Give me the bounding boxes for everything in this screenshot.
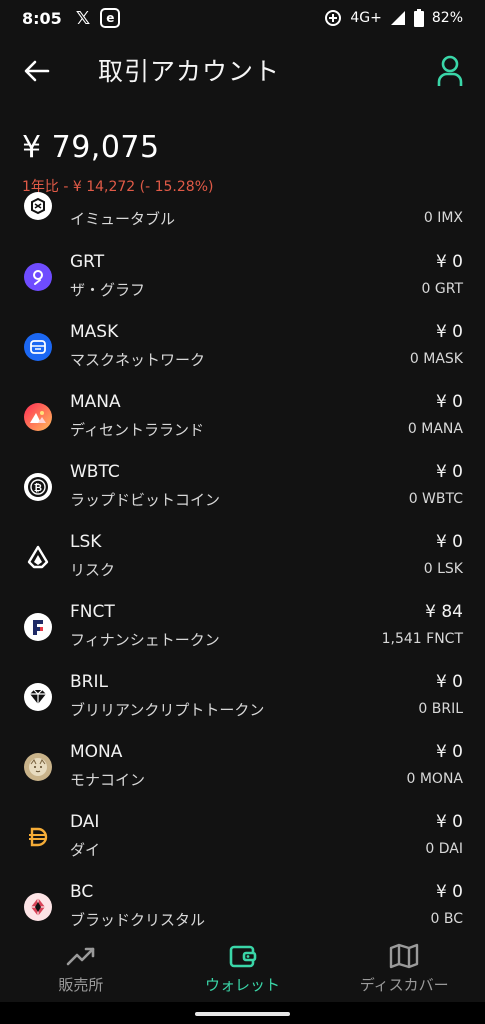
coin-amount: 0 BC xyxy=(430,911,464,927)
status-time: 8:05 xyxy=(22,8,62,28)
coin-amount: 0 BRIL xyxy=(418,701,463,717)
map-icon xyxy=(389,943,419,969)
coin-value: ¥ 0 xyxy=(435,532,463,552)
battery-percent: 82% xyxy=(431,10,463,26)
svg-text:₿: ₿ xyxy=(34,482,42,494)
signal-icon xyxy=(390,11,405,25)
coin-row-mask[interactable]: MASK マスクネットワーク ¥ 0 0 MASK xyxy=(0,314,485,384)
mona-icon xyxy=(24,753,52,781)
nav-wallet[interactable]: ウォレット xyxy=(162,934,324,1002)
coin-row-lsk[interactable]: LSK リスク ¥ 0 0 LSK xyxy=(0,524,485,594)
coin-amount: 0 DAI xyxy=(425,841,463,857)
coin-row-mona[interactable]: MONA モナコイン ¥ 0 0 MONA xyxy=(0,734,485,804)
grt-icon xyxy=(24,263,52,291)
wbtc-icon: ₿ xyxy=(24,473,52,501)
arrow-left-icon xyxy=(24,60,50,82)
coin-symbol: LSK xyxy=(70,532,102,552)
coin-row-bril[interactable]: BRIL ブリリアンクリプトトークン ¥ 0 0 BRIL xyxy=(0,664,485,734)
data-saver-icon xyxy=(325,10,342,26)
e-app-icon: e xyxy=(100,8,121,28)
coin-row-fnct[interactable]: FNCT フィナンシェトークン ¥ 84 1,541 FNCT xyxy=(0,594,485,664)
coin-name: モナコイン xyxy=(70,771,146,789)
bril-icon xyxy=(24,683,52,711)
coin-symbol: MASK xyxy=(70,322,119,342)
fnct-icon xyxy=(24,613,52,641)
coin-row-dai[interactable]: DAI ダイ ¥ 0 0 DAI xyxy=(0,804,485,874)
coin-name: ディセントラランド xyxy=(70,421,204,439)
account-button[interactable] xyxy=(435,54,465,88)
coin-amount: 0 MASK xyxy=(409,351,463,367)
coin-name: マスクネットワーク xyxy=(70,351,206,369)
coin-value: ¥ 0 xyxy=(435,462,463,482)
coin-symbol: MANA xyxy=(70,392,121,412)
imx-icon xyxy=(24,192,52,220)
bc-icon xyxy=(24,893,52,921)
coin-row-bc[interactable]: BC ブラッドクリスタル ¥ 0 0 BC xyxy=(0,874,485,934)
coin-row-imx[interactable]: イミュータブル 0 IMX xyxy=(0,192,485,244)
person-icon xyxy=(437,55,463,86)
coin-value: ¥ 0 xyxy=(435,882,463,902)
nav-label: ディスカバー xyxy=(359,976,449,994)
page-title: 取引アカウント xyxy=(98,57,281,86)
coin-name: ブラッドクリスタル xyxy=(70,911,206,929)
coin-symbol: MONA xyxy=(70,742,123,762)
bottom-nav: 販売所 ウォレット ディスカバー xyxy=(0,934,485,1002)
coin-symbol: FNCT xyxy=(70,602,115,622)
coin-symbol: BC xyxy=(70,882,94,902)
total-balance: ¥ 79,075 xyxy=(22,130,160,165)
coin-row-grt[interactable]: GRT ザ・グラフ ¥ 0 0 GRT xyxy=(0,244,485,314)
wallet-icon xyxy=(229,945,256,968)
coin-list[interactable]: イミュータブル 0 IMX GRT ザ・グラフ ¥ 0 0 GRT MASK マ… xyxy=(0,192,485,934)
coin-row-mana[interactable]: MANA ディセントラランド ¥ 0 0 MANA xyxy=(0,384,485,454)
lsk-icon xyxy=(24,543,52,571)
coin-amount: 0 WBTC xyxy=(408,491,463,507)
coin-symbol: BRIL xyxy=(70,672,108,692)
coin-value: ¥ 84 xyxy=(425,602,463,622)
coin-value: ¥ 0 xyxy=(435,322,463,342)
coin-name: ラップドビットコイン xyxy=(70,491,221,509)
coin-value: ¥ 0 xyxy=(435,392,463,412)
nav-exchange[interactable]: 販売所 xyxy=(0,934,162,1002)
coin-name: フィナンシェトークン xyxy=(70,631,220,649)
coin-value: ¥ 0 xyxy=(435,742,463,762)
mask-icon xyxy=(24,333,52,361)
nav-label: ウォレット xyxy=(205,976,281,994)
dai-icon xyxy=(24,823,52,851)
coin-name: ブリリアンクリプトトークン xyxy=(70,701,265,719)
coin-symbol: WBTC xyxy=(70,462,120,482)
back-button[interactable] xyxy=(22,56,52,86)
x-app-icon: 𝕏 xyxy=(75,7,91,29)
coin-amount: 0 IMX xyxy=(423,210,463,226)
coin-amount: 0 MANA xyxy=(407,421,463,437)
coin-row-wbtc[interactable]: ₿ WBTC ラップドビットコイン ¥ 0 0 WBTC xyxy=(0,454,485,524)
coin-value: ¥ 0 xyxy=(435,672,463,692)
coin-name: ザ・グラフ xyxy=(70,281,146,299)
coin-name: リスク xyxy=(70,561,116,579)
coin-name: イミュータブル xyxy=(70,210,176,228)
mana-icon xyxy=(24,403,52,431)
coin-value: ¥ 0 xyxy=(435,252,463,272)
app-bar: 取引アカウント xyxy=(0,44,485,98)
nav-discover[interactable]: ディスカバー xyxy=(323,934,485,1002)
home-indicator[interactable] xyxy=(195,1012,290,1016)
trend-icon xyxy=(66,947,95,966)
coin-symbol: DAI xyxy=(70,812,100,832)
coin-name: ダイ xyxy=(70,841,101,859)
battery-icon xyxy=(413,9,424,27)
coin-amount: 0 GRT xyxy=(421,281,463,297)
coin-amount: 0 MONA xyxy=(406,771,463,787)
nav-label: 販売所 xyxy=(58,976,104,994)
coin-amount: 1,541 FNCT xyxy=(381,631,463,647)
coin-symbol: GRT xyxy=(70,252,105,272)
gesture-bar xyxy=(0,1002,485,1024)
coin-amount: 0 LSK xyxy=(423,561,463,577)
coin-value: ¥ 0 xyxy=(435,812,463,832)
status-bar: 8:05 𝕏 e 4G+ 82% xyxy=(0,0,485,36)
network-type: 4G+ xyxy=(350,10,382,26)
